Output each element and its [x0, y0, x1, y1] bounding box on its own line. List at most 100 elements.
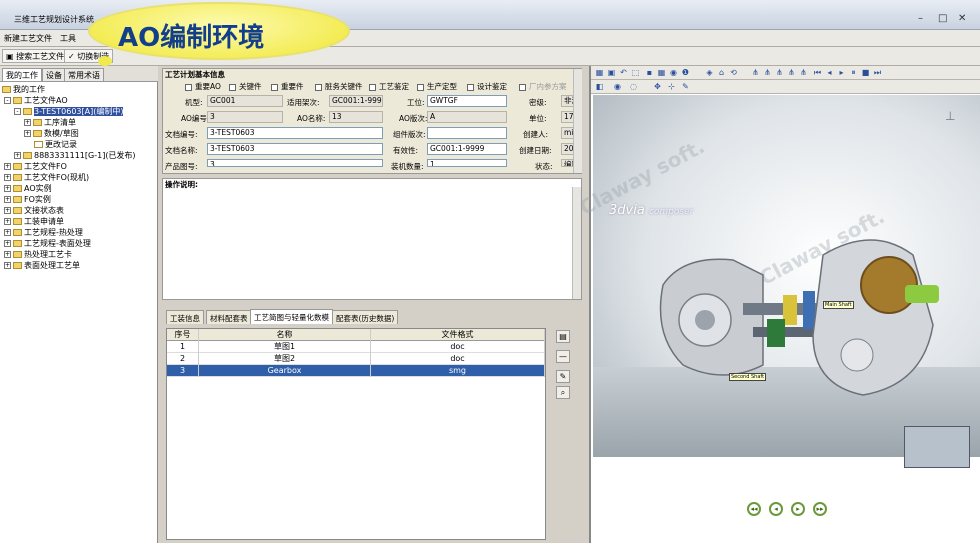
pause-icon[interactable]: ⏸ — [849, 68, 858, 77]
light-icon[interactable]: ◉ — [669, 68, 678, 77]
edit-file-icon[interactable]: ✎ — [556, 370, 570, 383]
table-row[interactable]: 2 草图2 doc — [167, 353, 545, 365]
info-icon[interactable]: ❶ — [681, 68, 690, 77]
tree-node[interactable]: + 工装申请单 — [4, 216, 64, 227]
shiyong-field[interactable]: GC001:1-9999 — [329, 95, 383, 107]
expand-icon[interactable]: + — [4, 163, 11, 170]
pan-icon[interactable]: ⊹ — [667, 82, 676, 91]
ao-no-field[interactable]: 3 — [207, 111, 283, 123]
table-row[interactable]: 1 草图1 doc — [167, 341, 545, 353]
home-icon[interactable]: ⌂ — [717, 68, 726, 77]
collapse-icon[interactable]: - — [14, 108, 21, 115]
expand-icon[interactable]: + — [4, 174, 11, 181]
tree-node[interactable]: - 工艺文件AO — [4, 95, 68, 106]
expand-icon[interactable]: + — [4, 262, 11, 269]
tab-tooling-info[interactable]: 工装信息 — [166, 310, 204, 324]
play-icon[interactable]: ▸ — [837, 68, 846, 77]
prev-frame-icon[interactable]: ◂ — [825, 68, 834, 77]
qty-field[interactable]: 1 — [427, 159, 507, 167]
align-icon[interactable]: ⋔ — [751, 68, 760, 77]
tree-node-selected[interactable]: -3-TEST0603[A](编制中) — [14, 106, 124, 117]
tree-node[interactable]: + 文接状态表 — [4, 205, 64, 216]
minimize-icon[interactable]: – — [918, 13, 923, 24]
header-format[interactable]: 文件格式 — [371, 329, 545, 341]
tab-process-sketch[interactable]: 工艺简图与轻量化数模 — [250, 309, 333, 324]
remove-file-icon[interactable]: — — [556, 350, 570, 363]
color-icon[interactable]: ◉ — [613, 82, 622, 91]
tree-node[interactable]: + 热处理工艺卡 — [4, 249, 72, 260]
checkbox-important-ao[interactable]: 重要AO — [185, 81, 221, 92]
expand-icon[interactable]: + — [4, 207, 11, 214]
expand-icon[interactable]: + — [4, 251, 11, 258]
checkbox-production-finalize[interactable]: 生产定型 — [417, 81, 457, 92]
align-icon[interactable]: ⋔ — [799, 68, 808, 77]
expand-icon[interactable]: + — [4, 196, 11, 203]
paint-icon[interactable]: ✎ — [681, 82, 690, 91]
callout-second-shaft[interactable]: Second Shaft — [729, 373, 767, 381]
jixing-field[interactable]: GC001 — [207, 95, 283, 107]
ao-name-field[interactable]: 13 — [329, 111, 383, 123]
first-frame-icon[interactable]: ⏮ — [813, 68, 822, 77]
expand-icon[interactable]: + — [4, 185, 11, 192]
checkbox-important-part[interactable]: 重要件 — [271, 81, 304, 92]
doc-no-field[interactable]: 3-TEST0603 — [207, 127, 383, 139]
view-file-icon[interactable]: ⌕ — [556, 386, 570, 399]
align-icon[interactable]: ⋔ — [775, 68, 784, 77]
tree-node[interactable]: + 表面处理工艺单 — [4, 260, 80, 271]
tab-my-work[interactable]: 我的工作 — [2, 68, 42, 81]
menu-new-process-file[interactable]: 新建工艺文件 — [4, 33, 52, 44]
tab-material-list[interactable]: 材料配套表 — [206, 310, 252, 324]
grid-icon[interactable]: ▦ — [657, 68, 666, 77]
last-frame-icon[interactable]: ⏭ — [873, 68, 882, 77]
shading-icon[interactable]: ◌ — [629, 82, 638, 91]
search-process-file-button[interactable]: ▣ 搜索工艺文件 — [2, 49, 69, 63]
prev-step-icon[interactable]: ◂ — [769, 502, 783, 516]
tree-node[interactable]: + FO实例 — [4, 194, 51, 205]
gongwei-field[interactable]: GWTGF — [427, 95, 507, 107]
tab-common-terms[interactable]: 常用术语 — [64, 68, 104, 81]
menu-tools[interactable]: 工具 — [60, 33, 76, 44]
checkbox-factory-plan[interactable]: 厂内参方案 — [519, 81, 567, 92]
tree-node[interactable]: 我的工作 — [2, 84, 45, 95]
form-scrollbar[interactable] — [573, 69, 582, 173]
tree-node[interactable]: + 工艺文件FO — [4, 161, 67, 172]
close-icon[interactable]: ✕ — [958, 13, 966, 24]
tree-node[interactable]: + 数模/草图 — [24, 128, 79, 139]
preview-thumbnail[interactable] — [904, 426, 970, 468]
open-icon[interactable]: ▣ — [607, 68, 616, 77]
tree-node[interactable]: + 工艺文件FO(现机) — [4, 172, 89, 183]
camera-icon[interactable]: ▪ — [645, 68, 654, 77]
maximize-icon[interactable]: □ — [938, 13, 947, 24]
first-step-icon[interactable]: ◂◂ — [747, 502, 761, 516]
validity-select[interactable]: GC001:1-9999 — [427, 143, 507, 155]
callout-main-shaft[interactable]: Main Shaft — [823, 301, 854, 309]
gearbox-model[interactable] — [643, 215, 943, 425]
save-icon[interactable]: ▦ — [595, 68, 604, 77]
tree-node[interactable]: + 工序清单 — [24, 117, 76, 128]
table-row-selected[interactable]: 3 Gearbox smg — [167, 365, 545, 377]
tab-history[interactable]: 配套表(历史数据) — [332, 310, 399, 324]
collapse-icon[interactable]: - — [4, 97, 11, 104]
select-icon[interactable]: ⬚ — [631, 68, 640, 77]
checkbox-design-appraisal[interactable]: 设计鉴定 — [467, 81, 507, 92]
undo-icon[interactable]: ↶ — [619, 68, 628, 77]
add-file-icon[interactable]: ▤ — [556, 330, 570, 343]
expand-icon[interactable]: + — [24, 130, 31, 137]
expand-icon[interactable]: + — [4, 229, 11, 236]
align-icon[interactable]: ⋔ — [763, 68, 772, 77]
zujian-field[interactable] — [427, 127, 507, 139]
expand-icon[interactable]: + — [24, 119, 31, 126]
header-no[interactable]: 序号 — [167, 329, 199, 341]
render-mode-icon[interactable]: ◧ — [595, 82, 604, 91]
move-icon[interactable]: ✥ — [653, 82, 662, 91]
expand-icon[interactable]: + — [14, 152, 21, 159]
checkbox-critical-part[interactable]: 脏务关键件 — [315, 81, 363, 92]
checkbox-process-appraisal[interactable]: 工艺鉴定 — [369, 81, 409, 92]
view-icon[interactable]: ◈ — [705, 68, 714, 77]
expand-icon[interactable]: + — [4, 240, 11, 247]
checkbox-key-part[interactable]: 关键件 — [229, 81, 262, 92]
expand-icon[interactable]: + — [4, 218, 11, 225]
tree-node[interactable]: +8883331111[G-1](已发布) — [14, 150, 136, 161]
tree-node[interactable]: 更改记录 — [34, 139, 77, 150]
tree-node[interactable]: + 工艺规程-热处理 — [4, 227, 83, 238]
